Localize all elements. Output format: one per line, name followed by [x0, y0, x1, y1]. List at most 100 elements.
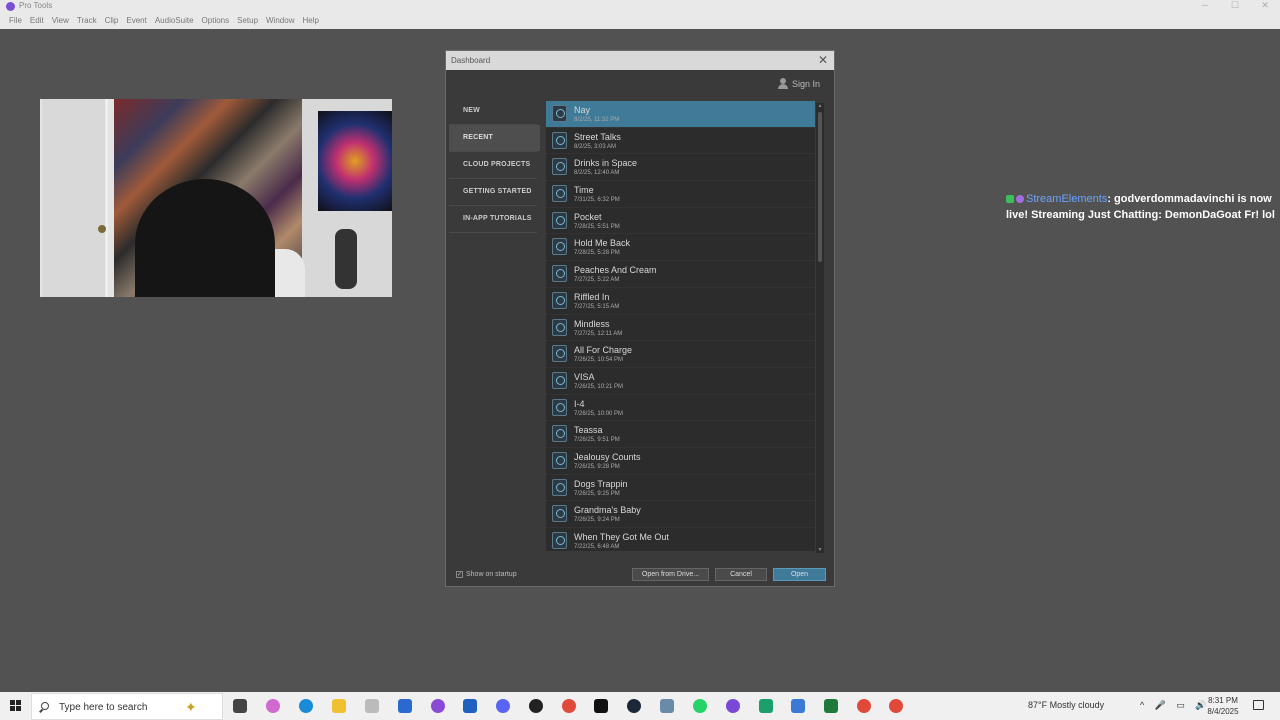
chrome-icon[interactable] [857, 699, 871, 713]
scroll-thumb[interactable] [818, 112, 822, 262]
minimize-icon[interactable]: ─ [1190, 0, 1220, 10]
scroll-up-icon[interactable]: ▲ [817, 103, 823, 109]
store-icon[interactable] [463, 699, 477, 713]
streamer [135, 179, 275, 297]
app-icon[interactable] [759, 699, 773, 713]
scroll-down-icon[interactable]: ▼ [817, 547, 823, 553]
menu-audiosuite[interactable]: AudioSuite [151, 13, 198, 29]
taskbar-search-box[interactable]: Type here to search ✦ [31, 693, 223, 720]
menu-track[interactable]: Track [73, 13, 101, 29]
session-row[interactable]: Teassa 7/26/25, 9:51 PM [546, 421, 815, 448]
edge-icon[interactable] [299, 699, 313, 713]
menu-file[interactable]: File [5, 13, 26, 29]
session-file-icon [552, 158, 567, 176]
app-icon[interactable] [791, 699, 805, 713]
menu-window[interactable]: Window [262, 13, 298, 29]
menu-setup[interactable]: Setup [233, 13, 262, 29]
session-name: Mindless [574, 318, 610, 329]
maximize-icon[interactable]: ☐ [1220, 0, 1250, 11]
windows-start-icon[interactable] [10, 700, 22, 712]
nav-cloud-projects[interactable]: CLOUD PROJECTS [449, 152, 540, 178]
copilot-app-icon[interactable] [266, 699, 280, 713]
menu-help[interactable]: Help [298, 13, 322, 29]
app-icon[interactable] [660, 699, 674, 713]
wall-tapestry [318, 111, 392, 211]
session-row[interactable]: Mindless 7/27/25, 12:11 AM [546, 315, 815, 342]
menu-edit[interactable]: Edit [26, 13, 48, 29]
copilot-icon[interactable]: ✦ [185, 699, 197, 716]
open-from-drive-button[interactable]: Open from Drive... [632, 568, 709, 581]
session-row[interactable]: Street Talks 8/2/25, 3:03 AM [546, 128, 815, 155]
nav-new[interactable]: NEW [449, 98, 540, 124]
session-file-icon [552, 425, 567, 443]
system-tray[interactable]: ^ 🎤 ▭ 🔊 [1140, 700, 1211, 711]
nav-getting-started[interactable]: GETTING STARTED [449, 179, 540, 205]
session-date: 8/2/25, 12:40 AM [574, 170, 620, 177]
close-icon[interactable]: ✕ [818, 53, 828, 67]
session-name: Hold Me Back [574, 238, 631, 249]
capcut-icon[interactable] [594, 699, 608, 713]
session-date: 7/28/25, 5:28 PM [574, 250, 620, 257]
door [42, 99, 108, 297]
session-file-icon [552, 505, 567, 523]
session-name: When They Got Me Out [574, 532, 669, 542]
notification-icon[interactable] [1253, 700, 1264, 710]
dashboard-nav: NEW RECENT CLOUD PROJECTS GETTING STARTED IN… [449, 98, 540, 278]
discord-icon[interactable] [496, 699, 510, 713]
chrome-icon[interactable] [562, 699, 576, 713]
nav-recent[interactable]: RECENT [449, 125, 540, 151]
close-window-icon[interactable]: ✕ [1250, 0, 1280, 11]
session-row[interactable]: Dogs Trappin 7/26/25, 9:25 PM [546, 475, 815, 502]
session-row[interactable]: Time 7/31/25, 6:32 PM [546, 181, 815, 208]
session-row[interactable]: Jealousy Counts 7/26/25, 9:28 PM [546, 448, 815, 475]
chrome-icon[interactable] [889, 699, 903, 713]
session-row[interactable]: Hold Me Back 7/28/25, 5:28 PM [546, 234, 815, 262]
menu-view[interactable]: View [48, 13, 73, 29]
menu-event[interactable]: Event [122, 13, 150, 29]
pro-tools-icon [6, 2, 15, 11]
nav-in-app-tutorials[interactable]: IN-APP TUTORIALS [449, 206, 540, 232]
session-row[interactable]: I-4 7/26/25, 10:00 PM [546, 395, 815, 422]
app-icon[interactable] [365, 699, 379, 713]
session-row[interactable]: Peaches And Cream 7/27/25, 5:22 AM [546, 261, 815, 288]
task-view-icon[interactable] [233, 699, 247, 713]
sign-in-button[interactable]: Sign In [777, 78, 820, 89]
search-placeholder: Type here to search [59, 702, 148, 713]
session-row[interactable]: Pocket 7/28/25, 5:51 PM [546, 208, 815, 235]
clock[interactable]: 8:31 PM 8/4/2025 [1204, 695, 1242, 717]
file-explorer-icon[interactable] [332, 699, 346, 713]
session-file-icon [552, 371, 567, 389]
app-icon[interactable] [431, 699, 445, 713]
session-row[interactable]: Grandma's Baby 7/26/25, 9:24 PM [546, 501, 815, 528]
excel-icon[interactable] [824, 699, 838, 713]
microphone [335, 229, 357, 289]
session-file-icon [552, 345, 567, 363]
session-row[interactable]: Nay 8/2/25, 11:32 PM [546, 101, 815, 128]
menu-clip[interactable]: Clip [101, 13, 123, 29]
steam-icon[interactable] [627, 699, 641, 713]
chat-username: StreamElements [1026, 193, 1108, 205]
list-scrollbar[interactable]: ▲ ▼ [816, 103, 824, 553]
clock-time: 8:31 PM [1208, 696, 1238, 705]
weather-widget[interactable]: 87°F Mostly cloudy [1028, 700, 1104, 710]
whatsapp-icon[interactable] [693, 699, 707, 713]
media-player-icon[interactable] [529, 699, 543, 713]
session-date: 7/26/25, 10:00 PM [574, 410, 624, 417]
session-row[interactable]: Riffled In 7/27/25, 5:15 AM [546, 288, 815, 315]
session-file-icon [552, 185, 567, 203]
session-file-icon [552, 398, 567, 416]
session-row[interactable]: Drinks in Space 8/2/25, 12:40 AM [546, 154, 815, 182]
session-row[interactable]: When They Got Me Out 7/22/25, 6:48 AM [546, 528, 815, 551]
session-row[interactable]: All For Charge 7/26/25, 10:54 PM [546, 341, 815, 368]
outlook-icon[interactable] [398, 699, 412, 713]
show-on-startup-label: Show on startup [466, 571, 517, 578]
show-on-startup-checkbox[interactable]: ✓ Show on startup [456, 571, 517, 578]
session-name: Nay [574, 105, 591, 115]
chat-message: StreamElements: godverdommadavinchi is n… [1006, 191, 1276, 223]
session-file-icon [552, 532, 567, 549]
pro-tools-taskbar-icon[interactable] [726, 699, 740, 713]
cancel-button[interactable]: Cancel [715, 568, 767, 581]
session-row[interactable]: VISA 7/26/25, 10:21 PM [546, 368, 815, 395]
menu-options[interactable]: Options [198, 13, 234, 29]
open-button[interactable]: Open [773, 568, 826, 581]
